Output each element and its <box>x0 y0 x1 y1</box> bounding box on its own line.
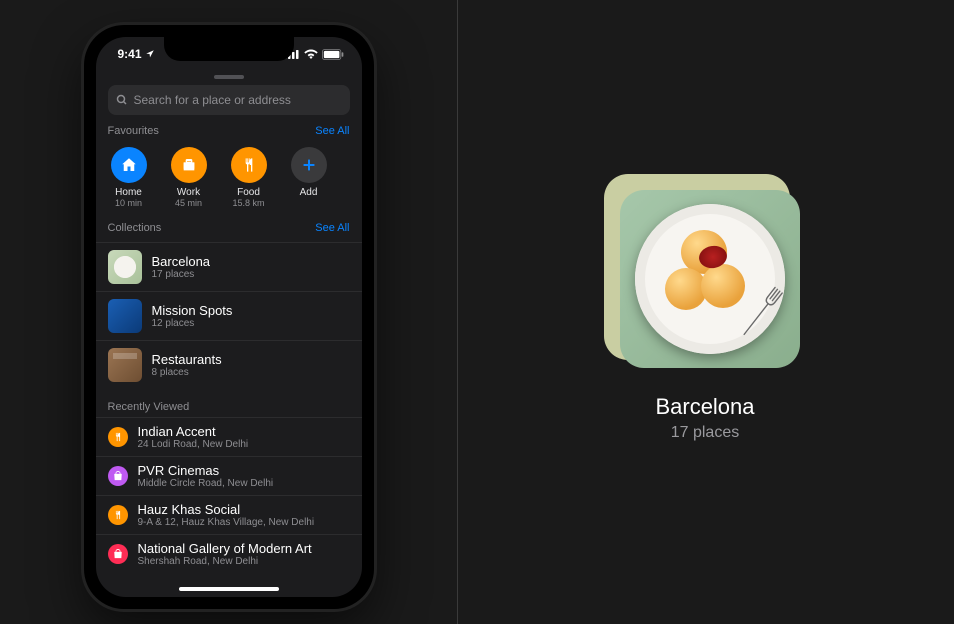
fork-knife-icon <box>108 427 128 447</box>
collection-sub: 8 places <box>152 367 222 378</box>
phone-frame: 9:41 Search for a place or address Favou… <box>84 25 374 609</box>
collection-title: Restaurants <box>152 352 222 367</box>
drag-handle[interactable] <box>214 75 244 79</box>
plate-image <box>635 204 785 354</box>
search-placeholder: Search for a place or address <box>134 93 291 107</box>
plus-icon <box>291 147 327 183</box>
right-panel: Barcelona 17 places <box>457 0 953 624</box>
favourite-food[interactable]: Food 15.8 km <box>228 147 270 208</box>
search-icon <box>116 94 128 106</box>
shopping-bag-icon <box>108 544 128 564</box>
favourites-row: Home 10 min Work 45 min Fo <box>108 145 350 212</box>
favourite-add[interactable]: Add <box>288 147 330 208</box>
card-title: Barcelona <box>655 394 754 420</box>
recent-title: Recently Viewed <box>108 401 190 413</box>
favourite-label: Home <box>115 187 142 198</box>
favourites-section: Favourites See All Home 10 min <box>96 115 362 212</box>
favourite-label: Food <box>237 187 260 198</box>
collection-sub: 12 places <box>152 318 233 329</box>
favourite-sub: 45 min <box>175 198 202 208</box>
collection-thumbnail <box>108 250 142 284</box>
collections-section: Collections See All <box>96 212 362 234</box>
recent-item-sub: 24 Lodi Road, New Delhi <box>138 439 249 450</box>
favourite-sub: 10 min <box>115 198 142 208</box>
recent-item-title: PVR Cinemas <box>138 463 274 478</box>
favourite-sub: 15.8 km <box>232 198 264 208</box>
recent-item-title: Indian Accent <box>138 424 249 439</box>
recent-indian-accent[interactable]: Indian Accent 24 Lodi Road, New Delhi <box>96 417 362 456</box>
collection-sub: 17 places <box>152 269 211 280</box>
favourite-label: Work <box>177 187 200 198</box>
status-time: 9:41 <box>118 47 142 61</box>
collection-mission-spots[interactable]: Mission Spots 12 places <box>96 291 362 340</box>
recent-item-title: National Gallery of Modern Art <box>138 541 312 556</box>
recent-item-sub: 9-A & 12, Hauz Khas Village, New Delhi <box>138 517 315 528</box>
left-panel: 9:41 Search for a place or address Favou… <box>0 0 457 624</box>
collection-thumbnail <box>108 299 142 333</box>
collection-title: Mission Spots <box>152 303 233 318</box>
shopping-bag-icon <box>108 466 128 486</box>
battery-icon <box>322 49 344 60</box>
panel-divider <box>457 0 458 624</box>
recent-item-title: Hauz Khas Social <box>138 502 315 517</box>
search-input[interactable]: Search for a place or address <box>108 85 350 115</box>
wifi-icon <box>304 49 318 59</box>
fork-knife-icon <box>108 505 128 525</box>
favourite-work[interactable]: Work 45 min <box>168 147 210 208</box>
recent-item-sub: Middle Circle Road, New Delhi <box>138 478 274 489</box>
collections-title: Collections <box>108 222 162 234</box>
recent-national-gallery[interactable]: National Gallery of Modern Art Shershah … <box>96 534 362 573</box>
collection-title: Barcelona <box>152 254 211 269</box>
favourites-title: Favourites <box>108 125 159 137</box>
favourite-label: Add <box>300 187 318 198</box>
collection-thumbnail <box>108 348 142 382</box>
favourites-see-all[interactable]: See All <box>315 125 349 137</box>
card-subtitle: 17 places <box>655 424 754 442</box>
favourite-home[interactable]: Home 10 min <box>108 147 150 208</box>
card-label: Barcelona 17 places <box>655 394 754 442</box>
phone-screen: 9:41 Search for a place or address Favou… <box>96 37 362 597</box>
recent-item-sub: Shershah Road, New Delhi <box>138 556 312 567</box>
notch <box>164 37 294 61</box>
collections-see-all[interactable]: See All <box>315 222 349 234</box>
briefcase-icon <box>171 147 207 183</box>
collection-restaurants[interactable]: Restaurants 8 places <box>96 340 362 389</box>
recent-pvr-cinemas[interactable]: PVR Cinemas Middle Circle Road, New Delh… <box>96 456 362 495</box>
recent-hauz-khas[interactable]: Hauz Khas Social 9-A & 12, Hauz Khas Vil… <box>96 495 362 534</box>
card-front-layer <box>620 190 800 368</box>
home-indicator[interactable] <box>179 587 279 591</box>
collection-barcelona[interactable]: Barcelona 17 places <box>96 242 362 291</box>
location-arrow-icon <box>145 49 155 59</box>
house-icon <box>111 147 147 183</box>
collection-card[interactable] <box>612 182 798 368</box>
recent-section: Recently Viewed <box>96 389 362 413</box>
fork-knife-icon <box>231 147 267 183</box>
